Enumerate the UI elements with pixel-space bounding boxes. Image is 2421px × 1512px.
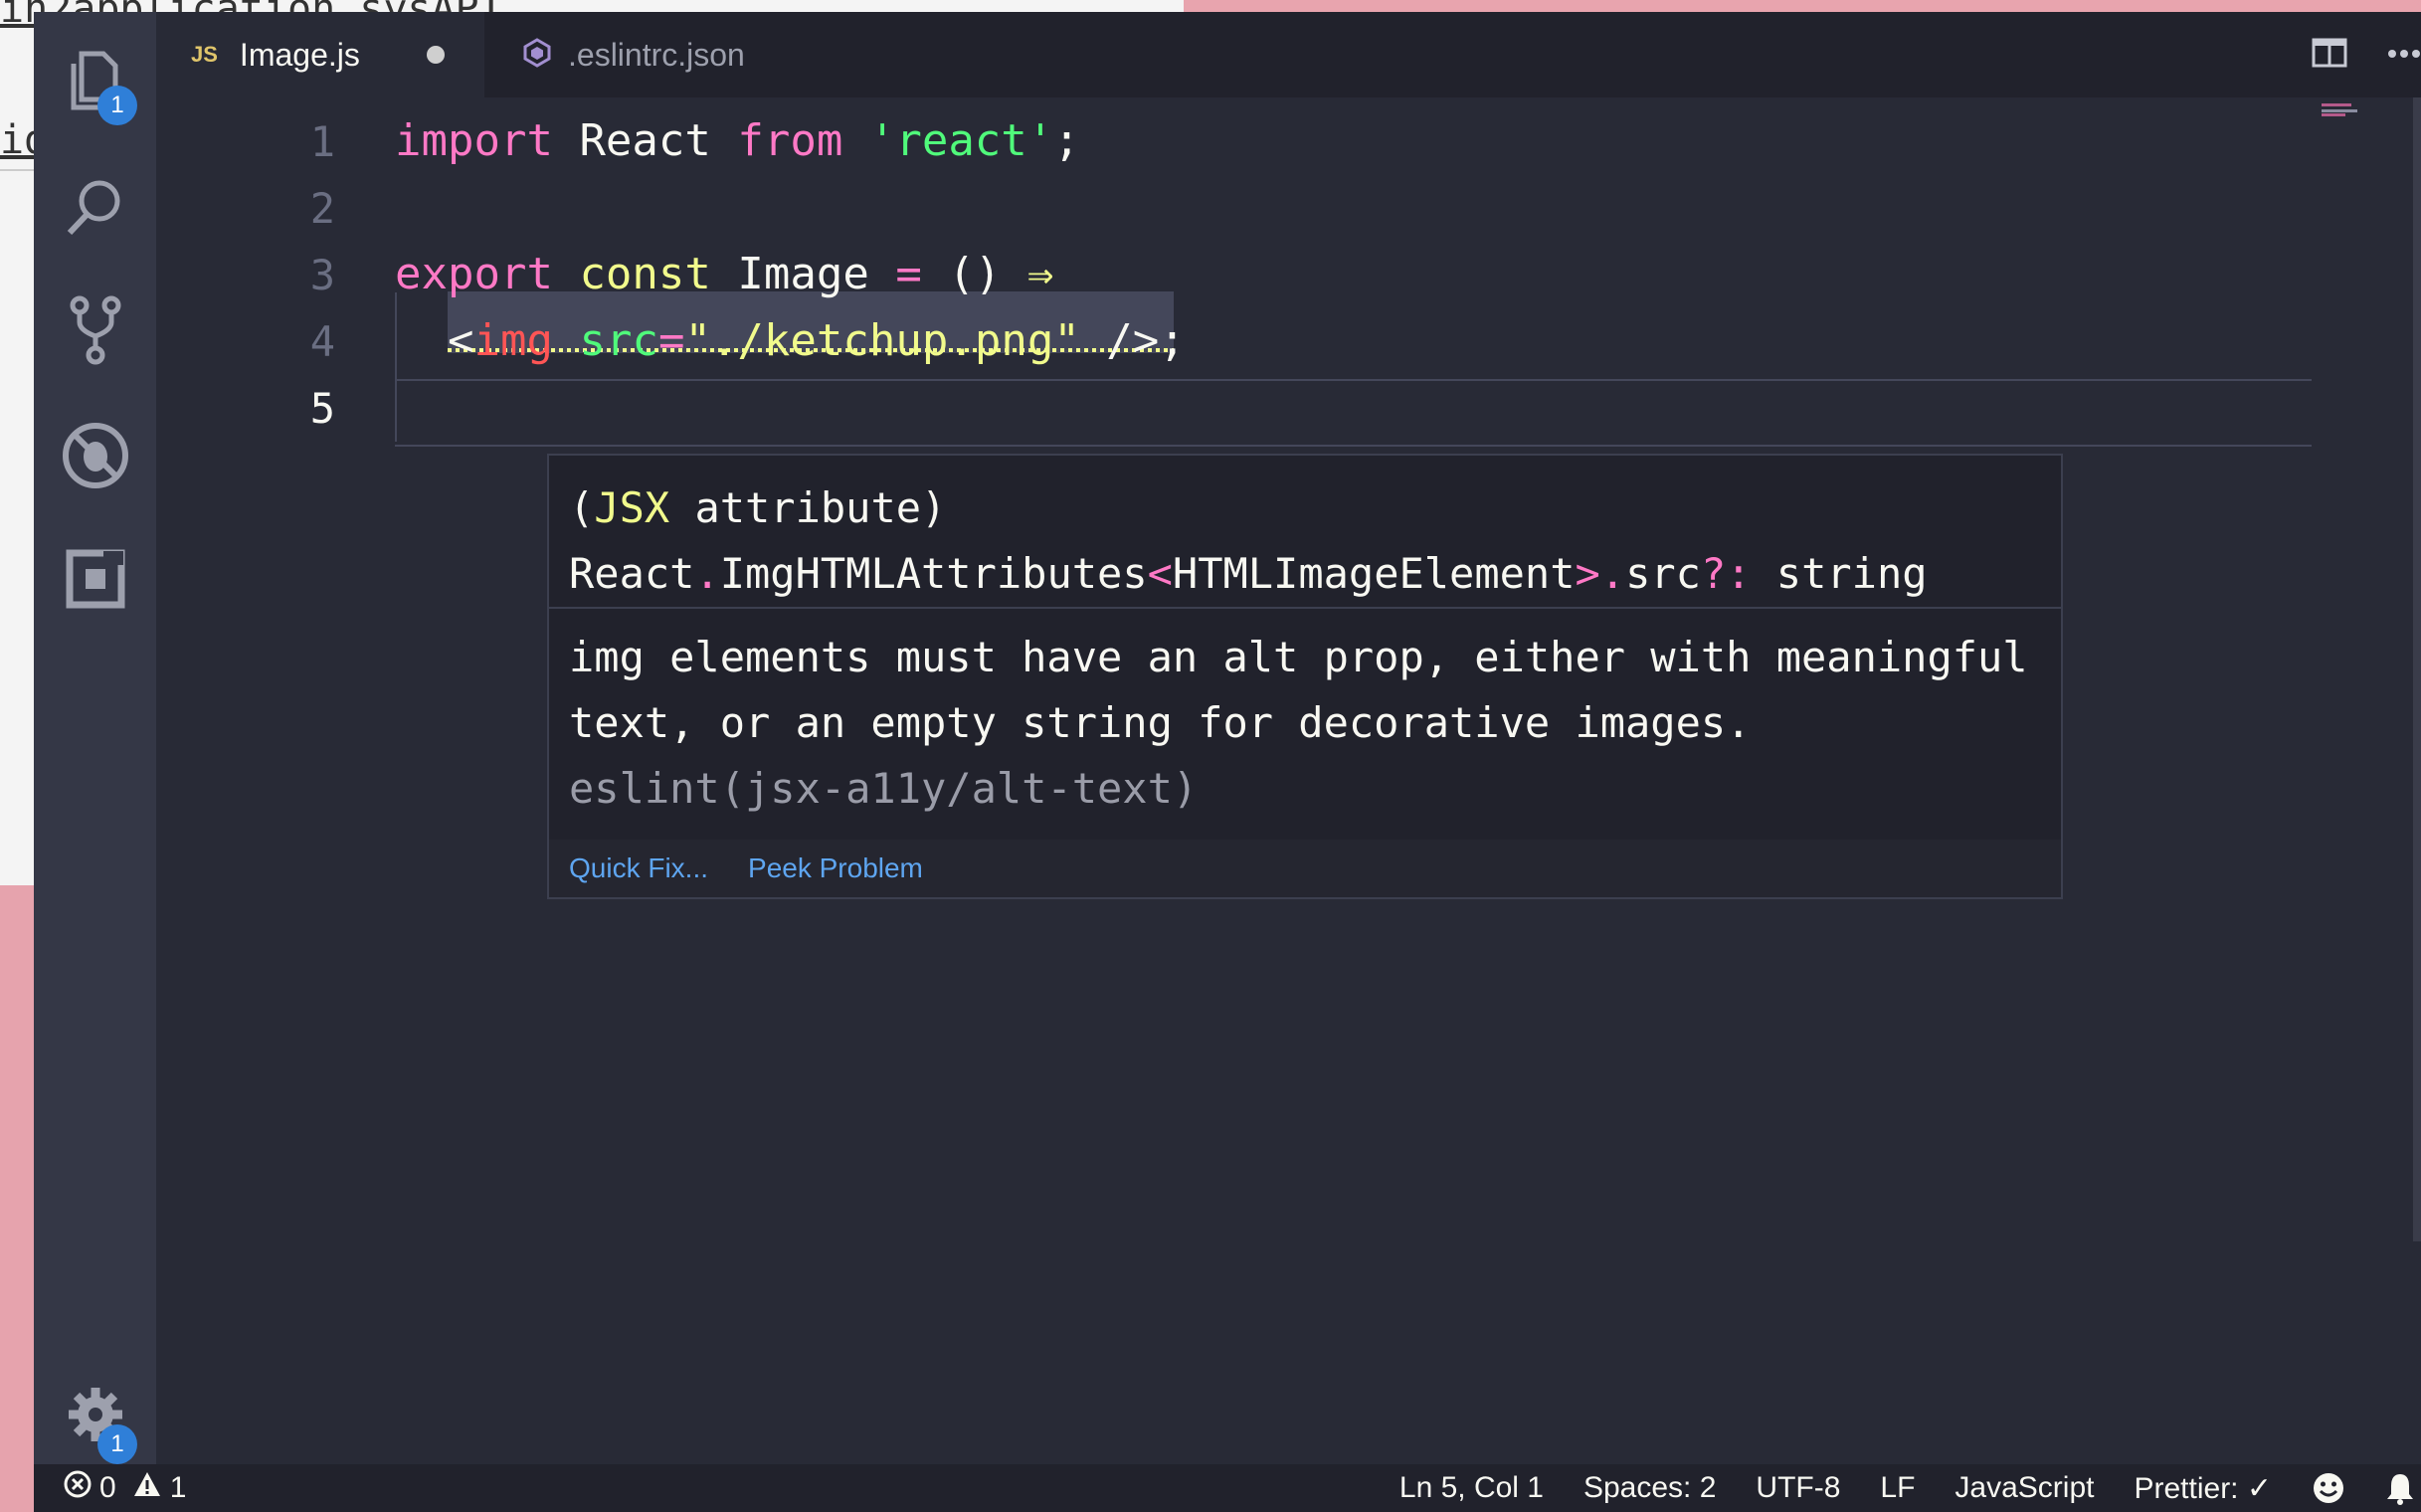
minimap[interactable] — [2322, 103, 2361, 117]
punctuation: ( — [569, 483, 595, 532]
interface-name: ImgHTMLAttributes — [719, 549, 1148, 598]
punctuation: . — [694, 549, 720, 598]
hover-tooltip: (JSX attribute) React.ImgHTMLAttributes<… — [547, 454, 2063, 899]
operator: = — [895, 249, 922, 299]
settings-button[interactable]: 1 — [34, 1355, 156, 1479]
keyword: export — [395, 249, 553, 299]
line-number: 5 — [309, 384, 335, 433]
punctuation: ; — [1159, 315, 1186, 366]
activity-bar: 1 1 — [34, 12, 156, 1464]
line-number: 1 — [309, 117, 335, 166]
arrow: ⇒ — [1026, 249, 1054, 299]
identifier: Image — [710, 249, 896, 299]
quick-fix-link[interactable]: Quick Fix... — [569, 852, 708, 884]
split-editor-icon[interactable] — [2312, 38, 2347, 73]
error-count: 0 — [99, 1471, 116, 1504]
code-editor[interactable]: 1 2 3 4 5 import React from 'react'; exp… — [156, 97, 2421, 1464]
string-literal: "./ketchup.png" — [684, 315, 1080, 366]
keyword: from — [737, 115, 843, 166]
punctuation: /> — [1079, 315, 1160, 366]
operator: = — [657, 315, 685, 366]
explorer-badge: 1 — [97, 86, 137, 125]
problems-indicator[interactable]: 0 1 — [64, 1470, 186, 1506]
code-line-4: <img src="./ketchup.png" />; — [448, 315, 1186, 366]
keyword: const — [552, 249, 711, 299]
extensions-button[interactable] — [34, 519, 156, 644]
indent-guide — [395, 292, 397, 442]
divider — [549, 607, 2061, 609]
source-control-icon — [68, 295, 123, 370]
message-text: img elements must have an alt prop, eith… — [569, 633, 2028, 747]
explorer-button[interactable]: 1 — [34, 22, 156, 146]
line-number: 4 — [309, 317, 335, 366]
punctuation: > — [1575, 549, 1600, 598]
line-number: 2 — [309, 184, 335, 233]
encoding[interactable]: UTF-8 — [1756, 1471, 1840, 1505]
tab-bar: JS Image.js .eslintrc.json — [156, 12, 2421, 97]
code-line-1: import React from 'react'; — [395, 115, 1080, 166]
property-name: src — [1625, 549, 1701, 598]
punctuation: . — [1599, 549, 1626, 598]
lint-source: eslint(jsx-a11y/alt-text) — [569, 764, 1199, 813]
feedback-smiley-icon[interactable] — [2312, 1471, 2345, 1505]
no-bug-icon — [61, 421, 130, 495]
more-actions-icon[interactable] — [2387, 46, 2421, 64]
language-mode[interactable]: JavaScript — [1955, 1471, 2094, 1505]
tab-label: .eslintrc.json — [568, 36, 745, 73]
status-right: Ln 5, Col 1 Spaces: 2 UTF-8 LF JavaScrip… — [1360, 1471, 2421, 1506]
background-divider — [0, 169, 34, 171]
keyword: import — [395, 115, 553, 166]
extensions-icon — [66, 549, 125, 614]
search-icon — [64, 175, 127, 244]
line-ending[interactable]: LF — [1880, 1471, 1915, 1505]
lint-message: img elements must have an alt prop, eith… — [569, 625, 2041, 822]
type-name: HTMLImageElement — [1172, 549, 1576, 598]
tab-label: Image.js — [239, 36, 360, 73]
punctuation: ; — [1053, 115, 1080, 166]
current-line-highlight — [395, 379, 2312, 447]
warning-icon — [132, 1470, 162, 1506]
hover-actions: Quick Fix... Peek Problem — [549, 840, 2061, 897]
line-number: 3 — [309, 251, 335, 299]
punctuation: < — [448, 315, 474, 366]
punctuation: () — [921, 249, 1027, 299]
peek-problem-link[interactable]: Peek Problem — [748, 852, 923, 884]
warning-count: 1 — [169, 1471, 187, 1504]
source-control-button[interactable] — [34, 271, 156, 395]
vscode-window: 1 1 JS Image.js .eslintrc.json 1 2 3 4 5… — [34, 12, 2421, 1512]
tab-eslintrc[interactable]: .eslintrc.json — [484, 12, 813, 97]
status-bar: 0 1 Ln 5, Col 1 Spaces: 2 UTF-8 LF JavaS… — [34, 1464, 2421, 1512]
type-name: string — [1751, 549, 1928, 598]
notifications-bell-icon[interactable] — [2385, 1471, 2415, 1505]
cursor-position[interactable]: Ln 5, Col 1 — [1399, 1471, 1544, 1505]
unsaved-dot-icon[interactable] — [427, 46, 445, 64]
indentation[interactable]: Spaces: 2 — [1583, 1471, 1716, 1505]
jsx-attribute: src — [552, 315, 658, 366]
code-line-3: export const Image = () ⇒ — [395, 249, 1053, 299]
prettier-status[interactable]: Prettier: ✓ — [2134, 1471, 2272, 1506]
punctuation: < — [1147, 549, 1173, 598]
settings-badge: 1 — [97, 1424, 137, 1464]
js-file-icon: JS — [191, 42, 218, 67]
identifier: React — [552, 115, 738, 166]
error-icon — [64, 1470, 92, 1506]
type-signature: (JSX attribute) React.ImgHTMLAttributes<… — [569, 475, 2041, 607]
jsx-label: JSX — [594, 483, 670, 532]
jsx-tag: img — [473, 315, 553, 366]
background-strip — [1184, 0, 2421, 12]
optional-marker: ?: — [1700, 549, 1752, 598]
search-button[interactable] — [34, 147, 156, 272]
editor-actions — [2312, 12, 2421, 97]
string-literal: 'react' — [842, 115, 1054, 166]
debug-button[interactable] — [34, 396, 156, 520]
vertical-scrollbar[interactable] — [2413, 97, 2421, 1241]
tab-image-js[interactable]: JS Image.js — [156, 12, 484, 97]
eslint-icon — [522, 37, 552, 73]
